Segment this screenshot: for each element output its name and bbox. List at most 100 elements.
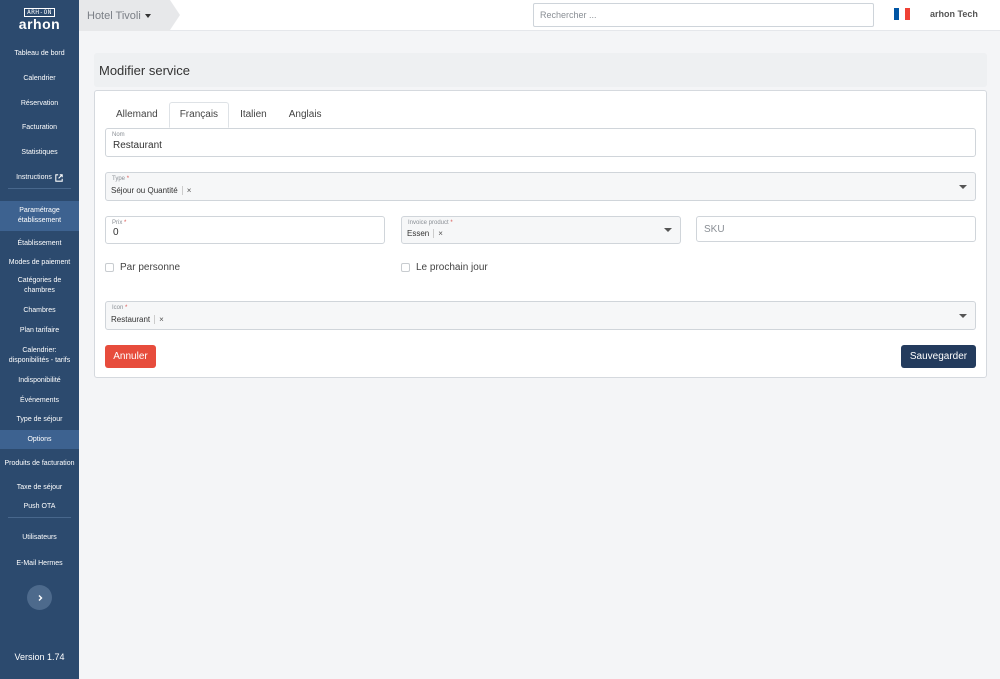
language-tabs: Allemand Français Italien Anglais (105, 102, 333, 128)
sidebar-item-label: Calendrier (23, 74, 56, 82)
par-personne-label: Par personne (120, 262, 181, 273)
chevron-right-icon (38, 594, 42, 601)
logo[interactable]: ARH-ON arhon (0, 0, 79, 34)
sidebar-item-utilisateurs[interactable]: Utilisateurs (0, 528, 79, 548)
sidebar-item-email-hermes[interactable]: E-Mail Hermes (0, 554, 79, 574)
hotel-selector-arrow (170, 0, 180, 30)
sidebar-item-etablissement[interactable]: Établissement (0, 233, 79, 254)
user-menu[interactable]: arhon Tech (930, 9, 978, 19)
sidebar-item-label: Facturation (21, 124, 58, 131)
sidebar-item-options[interactable]: Options (0, 430, 79, 449)
tab-anglais[interactable]: Anglais (278, 102, 333, 128)
sidebar-item-label: Taxe de séjour (16, 483, 63, 491)
save-button[interactable]: Sauvegarder (901, 345, 976, 368)
required-mark: * (126, 176, 130, 182)
sku-field[interactable]: SKU (696, 216, 976, 242)
tab-allemand[interactable]: Allemand (105, 102, 169, 128)
icon-select[interactable]: Icon * Restaurant × (105, 301, 976, 330)
hotel-selector[interactable]: Hotel Tivoli (79, 0, 170, 31)
type-select[interactable]: Type * Séjour ou Quantité × (105, 172, 976, 201)
sidebar-item-statistiques[interactable]: Statistiques (0, 140, 79, 165)
sidebar-divider (8, 188, 71, 189)
invoice-value-chip: Essen × (407, 229, 443, 238)
sidebar-item-categories-chambres[interactable]: Catégories de chambres (0, 271, 79, 301)
page-title: Modifier service (94, 53, 987, 87)
external-link-icon (55, 173, 63, 182)
caret-down-icon (144, 13, 151, 18)
prix-label-text: Prix (112, 220, 123, 226)
type-value-chip: Séjour ou Quantité × (111, 186, 191, 195)
sidebar-item-facturation[interactable]: Facturation (0, 116, 79, 140)
sidebar-item-label: Modes de paiement (8, 258, 71, 266)
sidebar-item-evenements[interactable]: Événements (0, 391, 79, 410)
sidebar-item-tableau-de-bord[interactable]: Tableau de bord (0, 42, 79, 66)
required-mark: * (125, 305, 128, 311)
icon-value-chip: Restaurant × (111, 315, 164, 324)
sidebar-item-plan-tarifaire[interactable]: Plan tarifaire (0, 321, 79, 340)
nom-label: Nom (112, 132, 125, 138)
par-personne-checkbox[interactable]: Par personne (105, 262, 180, 273)
sku-placeholder: SKU (704, 224, 725, 235)
dropdown-arrow-icon (959, 314, 967, 318)
sidebar-item-produits-facturation[interactable]: Produits de facturation (0, 449, 79, 478)
clear-icon[interactable]: × (433, 229, 443, 238)
prix-value: 0 (113, 227, 119, 238)
sidebar-item-label: Plan tarifaire (19, 326, 60, 334)
prix-label: Prix * (112, 220, 126, 226)
icon-label-text: Icon (112, 305, 124, 311)
invoice-product-select[interactable]: Invoice product * Essen × (401, 216, 681, 244)
version-label: Version 1.74 (14, 652, 65, 662)
topbar: Hotel Tivoli arhon Tech (79, 0, 1000, 31)
invoice-label: Invoice product * (408, 220, 453, 226)
sidebar-item-label: Instructions (16, 173, 52, 181)
sidebar-item-label: Utilisateurs (22, 534, 57, 541)
sidebar-item-label: Calendrier: disponibilités - tarifs (8, 346, 71, 364)
nom-field[interactable]: Nom Restaurant (105, 128, 976, 157)
french-flag-icon[interactable] (894, 8, 910, 20)
clear-icon[interactable]: × (181, 186, 191, 195)
sidebar-item-label: Catégories de chambres (17, 277, 62, 294)
flag-stripe-red (904, 8, 910, 20)
clear-icon[interactable]: × (154, 315, 164, 324)
sidebar-item-instructions[interactable]: Instructions (0, 165, 79, 190)
sidebar-item-label: Chambres (23, 307, 56, 314)
sidebar-item-push-ota[interactable]: Push OTA (0, 497, 79, 517)
tab-italien[interactable]: Italien (229, 102, 278, 128)
sidebar-item-taxe-sejour[interactable]: Taxe de séjour (0, 478, 79, 497)
invoice-value: Essen (407, 229, 430, 238)
checkbox-box[interactable] (401, 263, 410, 272)
type-value: Séjour ou Quantité (111, 186, 178, 195)
dropdown-arrow-icon (664, 228, 672, 232)
sidebar-item-label: Réservation (20, 99, 59, 107)
cancel-button[interactable]: Annuler (105, 345, 156, 368)
sidebar-item-chambres[interactable]: Chambres (0, 301, 79, 321)
type-label: Type * (112, 176, 129, 182)
tab-francais[interactable]: Français (168, 102, 230, 128)
sidebar-item-parametrage[interactable]: Paramétrage établissement (0, 201, 79, 231)
sidebar-item-modes-paiement[interactable]: Modes de paiement (0, 254, 79, 271)
checkbox-box[interactable] (105, 263, 114, 272)
sidebar-item-label: Produits de facturation (4, 459, 75, 467)
sidebar-item-label: Statistiques (21, 148, 58, 156)
nom-value: Restaurant (113, 140, 162, 151)
sidebar-item-calendrier[interactable]: Calendrier (0, 66, 79, 91)
sidebar-item-indisponibilite[interactable]: Indisponibilité (0, 371, 79, 391)
sidebar-item-label: Options (27, 435, 52, 443)
icon-label: Icon * (112, 305, 127, 311)
sidebar-item-reservation[interactable]: Réservation (0, 91, 79, 116)
dropdown-arrow-icon (959, 185, 967, 189)
prochain-jour-checkbox[interactable]: Le prochain jour (401, 262, 488, 273)
sidebar-toggle-button[interactable] (27, 585, 52, 610)
hotel-name: Hotel Tivoli (87, 9, 141, 22)
sidebar-item-label: Paramétrage établissement (17, 207, 62, 224)
icon-value: Restaurant (111, 315, 151, 324)
prix-field[interactable]: Prix * 0 (105, 216, 385, 244)
prochain-jour-label: Le prochain jour (416, 262, 488, 273)
sidebar-item-type-sejour[interactable]: Type de séjour (0, 410, 79, 430)
search-input[interactable] (533, 3, 874, 27)
sidebar-item-calendrier-dispo[interactable]: Calendrier: disponibilités - tarifs (0, 340, 79, 371)
invoice-label-text: Invoice product (408, 220, 449, 226)
type-label-text: Type (112, 176, 126, 182)
sidebar-item-label: Événements (20, 396, 59, 404)
sidebar-item-label: Établissement (17, 239, 62, 247)
